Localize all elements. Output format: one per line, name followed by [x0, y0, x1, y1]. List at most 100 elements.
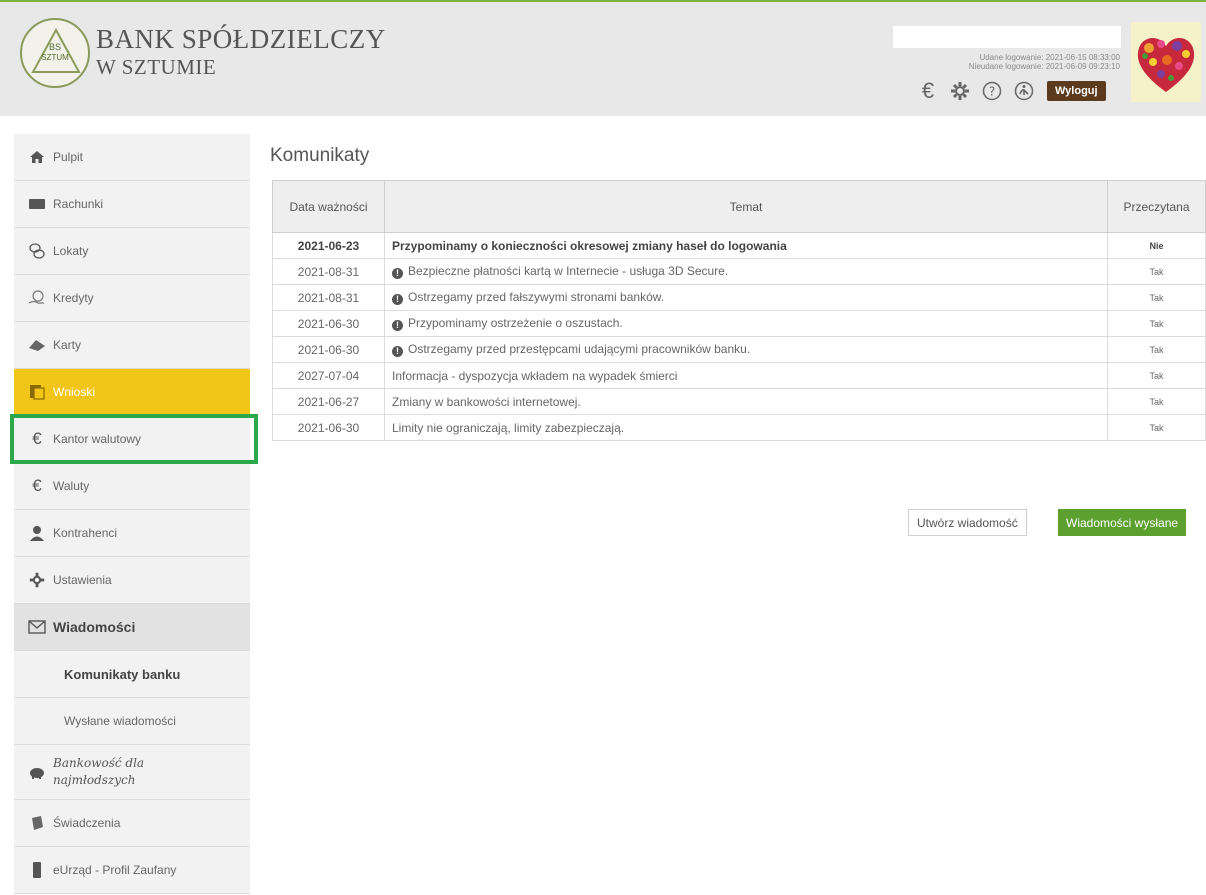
cell-subject[interactable]: Zmiany w bankowości internetowej.: [384, 388, 1108, 415]
cell-subject[interactable]: Informacja - dyspozycja wkładem na wypad…: [384, 362, 1108, 389]
cell-subject[interactable]: Limity nie ograniczają, limity zabezpiec…: [384, 414, 1108, 441]
sidebar: Pulpit Rachunki Lokaty Kredyty Karty Wni…: [14, 134, 250, 894]
bank-name-line1: BANK SPÓŁDZIELCZY: [96, 24, 386, 54]
subject-text[interactable]: Limity nie ograniczają, limity zabezpiec…: [392, 421, 624, 435]
table-row[interactable]: 2021-08-31! Ostrzegamy przed fałszywymi s…: [272, 284, 1206, 311]
sidebar-item-swiadczenia[interactable]: Świadczenia: [14, 800, 250, 847]
euro-icon[interactable]: €: [915, 78, 941, 104]
sidebar-item-label: Wiadomości: [53, 619, 136, 635]
sidebar-item-label: Pulpit: [53, 150, 84, 164]
table-row[interactable]: 2021-06-30! Ostrzegamy przed przestępcami…: [272, 336, 1206, 363]
column-header-date[interactable]: Data ważności: [272, 180, 385, 233]
sidebar-item-label: Lokaty: [53, 244, 89, 258]
sidebar-item-label: Komunikaty banku: [64, 666, 181, 682]
sidebar-item-label: Kredyty: [53, 291, 94, 305]
sidebar-item-label: Wnioski: [53, 385, 96, 399]
exclamation-icon: !: [392, 268, 403, 279]
sidebar-item-bankowosc-dla-najmlodszych[interactable]: Bankowość dla najmłodszych: [14, 745, 250, 800]
column-header-subject[interactable]: Temat: [384, 180, 1108, 233]
cell-date: 2021-08-31: [272, 284, 385, 311]
euro-icon: €: [32, 476, 42, 495]
sidebar-item-waluty[interactable]: € Waluty: [14, 463, 250, 510]
create-message-button[interactable]: Utwórz wiadomość: [908, 509, 1027, 536]
bank-logo[interactable]: BS SZTUM BANK SPÓŁDZIELCZY W SZTUMIE: [20, 18, 386, 88]
sidebar-item-kredyty[interactable]: Kredyty: [14, 275, 250, 322]
cell-read-status: Tak: [1107, 258, 1206, 285]
sidebar-item-karty[interactable]: Karty: [14, 322, 250, 369]
euro-icon: €: [32, 429, 42, 448]
cell-subject[interactable]: ! Przypominamy ostrzeżenie o oszustach.: [384, 310, 1108, 337]
sidebar-item-eurzad[interactable]: eUrząd - Profil Zaufany: [14, 847, 250, 894]
sidebar-item-rachunki[interactable]: Rachunki: [14, 181, 250, 228]
cell-subject[interactable]: ! Bezpieczne płatności kartą w Internecie…: [384, 258, 1108, 285]
sidebar-item-wiadomosci[interactable]: Wiadomości: [14, 604, 250, 651]
sidebar-item-wnioski[interactable]: Wnioski: [14, 369, 250, 416]
exclamation-icon: !: [392, 320, 403, 331]
cell-subject[interactable]: ! Ostrzegamy przed przestępcami udającymi…: [384, 336, 1108, 363]
table-row[interactable]: 2021-08-31! Bezpieczne płatności kartą w …: [272, 258, 1206, 285]
gear-icon[interactable]: [947, 78, 973, 104]
subject-text[interactable]: Informacja - dyspozycja wkładem na wypad…: [392, 369, 677, 383]
cell-date: 2021-06-30: [272, 336, 385, 363]
bank-name: BANK SPÓŁDZIELCZY W SZTUMIE: [96, 25, 386, 81]
phone-icon: [27, 860, 47, 880]
sidebar-item-kontrahenci[interactable]: Kontrahenci: [14, 510, 250, 557]
sidebar-subitem-wyslane-wiadomosci[interactable]: Wysłane wiadomości: [14, 698, 250, 745]
sidebar-item-label: Ustawienia: [53, 573, 112, 587]
table-row[interactable]: 2021-06-23 Przypominamy o konieczności ok…: [272, 232, 1206, 259]
header-toolbar: € ? Wyloguj: [915, 78, 1106, 104]
bank-name-line2: W SZTUMIE: [96, 55, 217, 79]
logo-text-sztum: SZTUM: [41, 53, 69, 62]
home-icon: [27, 147, 47, 167]
cell-date: 2021-06-30: [272, 414, 385, 441]
cell-read-status: Tak: [1107, 388, 1206, 415]
cell-read-status: Tak: [1107, 310, 1206, 337]
cell-date: 2021-08-31: [272, 258, 385, 285]
messages-table: Data ważności Temat Przeczytana 2021-06-…: [272, 180, 1206, 441]
subject-text[interactable]: Przypominamy o konieczności okresowej zm…: [392, 239, 787, 253]
sidebar-item-kantor-walutowy[interactable]: € Kantor walutowy: [14, 416, 250, 463]
piggy-icon: [27, 762, 47, 782]
sidebar-item-label: Karty: [53, 338, 82, 352]
logo-text-bs: BS: [48, 42, 61, 52]
sidebar-subitem-komunikaty-banku[interactable]: Komunikaty banku: [14, 651, 250, 698]
sidebar-item-lokaty[interactable]: Lokaty: [14, 228, 250, 275]
cell-subject[interactable]: Przypominamy o konieczności okresowej zm…: [384, 232, 1108, 259]
column-header-read[interactable]: Przeczytana: [1107, 180, 1206, 233]
subject-text[interactable]: Bezpieczne płatności kartą w Internecie …: [408, 264, 728, 278]
cell-read-status: Tak: [1107, 414, 1206, 441]
exclamation-icon: !: [392, 346, 403, 357]
table-row[interactable]: 2021-06-30 Limity nie ograniczają, limity…: [272, 414, 1206, 441]
users-icon: [27, 523, 47, 543]
table-row[interactable]: 2027-07-04 Informacja - dyspozycja wkłade…: [272, 362, 1206, 389]
redacted-user-box: [893, 26, 1121, 48]
subject-text[interactable]: Przypominamy ostrzeżenie o oszustach.: [408, 316, 623, 330]
sidebar-item-label: Bankowość dla najmłodszych: [53, 756, 145, 787]
cell-read-status: Tak: [1107, 362, 1206, 389]
accessibility-icon[interactable]: [1011, 78, 1037, 104]
sidebar-item-pulpit[interactable]: Pulpit: [14, 134, 250, 181]
cell-subject[interactable]: ! Ostrzegamy przed fałszywymi stronami ba…: [384, 284, 1108, 311]
gear-icon: [27, 570, 47, 590]
envelope-icon: [27, 617, 47, 637]
sidebar-item-label: Waluty: [53, 479, 90, 493]
table-row[interactable]: 2021-06-30! Przypominamy ostrzeżenie o os…: [272, 310, 1206, 337]
subject-text[interactable]: Ostrzegamy przed fałszywymi stronami ban…: [408, 290, 664, 304]
sidebar-item-ustawienia[interactable]: Ustawienia: [14, 557, 250, 604]
table-row[interactable]: 2021-06-27 Zmiany w bankowości internetow…: [272, 388, 1206, 415]
sidebar-item-label: Wysłane wiadomości: [64, 714, 176, 728]
cell-date: 2027-07-04: [272, 362, 385, 389]
sidebar-item-label: eUrząd - Profil Zaufany: [53, 863, 177, 877]
logo-emblem: BS SZTUM: [20, 18, 90, 88]
last-login-success: Udane logowanie: 2021-06-15 08:33:00: [979, 53, 1120, 62]
sent-messages-button[interactable]: Wiadomości wysłane: [1058, 509, 1187, 536]
cell-read-status: Nie: [1107, 232, 1206, 259]
forms-icon: [27, 382, 47, 402]
help-icon[interactable]: ?: [979, 78, 1005, 104]
subject-text[interactable]: Ostrzegamy przed przestępcami udającymi …: [408, 342, 750, 356]
svg-text:?: ?: [989, 85, 995, 99]
coins-icon: [27, 241, 47, 261]
logout-button[interactable]: Wyloguj: [1047, 81, 1106, 101]
subject-text[interactable]: Zmiany w bankowości internetowej.: [392, 395, 581, 409]
document-icon: [27, 813, 47, 833]
